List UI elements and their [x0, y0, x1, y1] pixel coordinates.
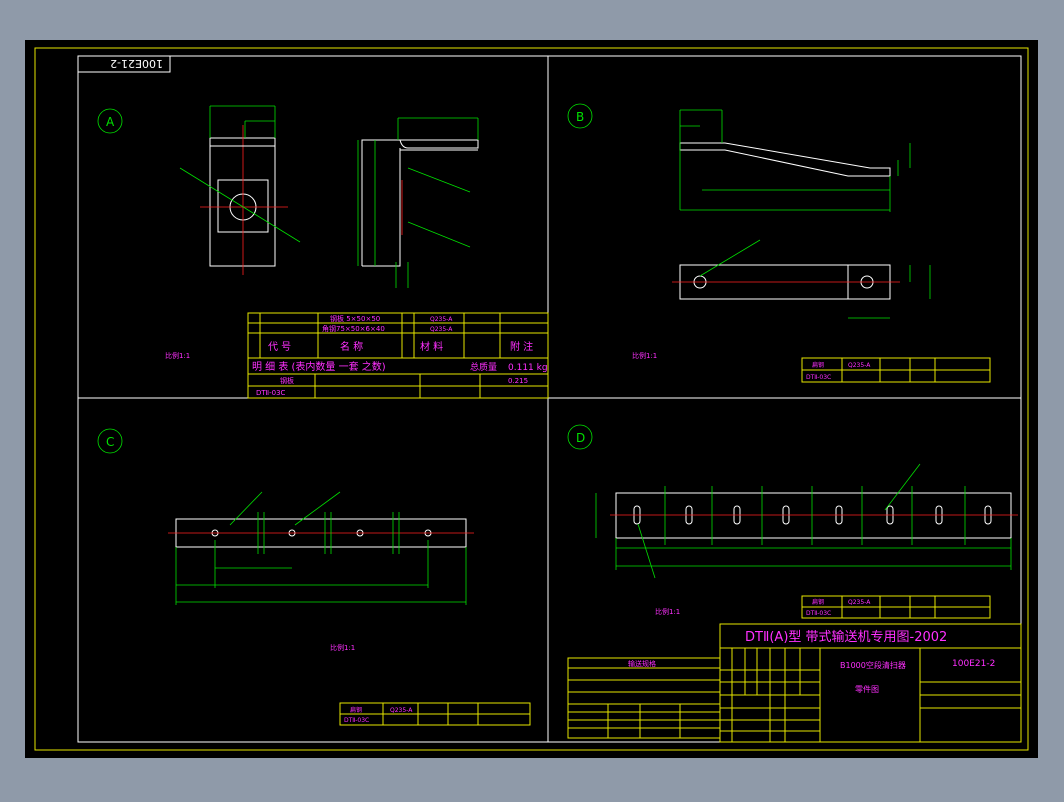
- hint-a: 比例1:1: [165, 351, 190, 360]
- svg-text:DTⅡ-03C: DTⅡ-03C: [806, 610, 831, 617]
- svg-text:D: D: [576, 431, 585, 445]
- part-name: B1000空段清扫器: [840, 660, 906, 670]
- drawing-number: 100E21-2: [952, 659, 995, 669]
- svg-text:DTⅡ-03C: DTⅡ-03C: [806, 374, 831, 381]
- svg-text:钢板: 钢板: [280, 376, 294, 385]
- svg-text:A: A: [106, 115, 115, 129]
- svg-text:Q235-A: Q235-A: [430, 326, 453, 333]
- svg-text:Q235-A: Q235-A: [848, 362, 871, 369]
- svg-text:B: B: [576, 110, 584, 124]
- svg-text:0.215: 0.215: [508, 377, 528, 385]
- svg-text:钢板 5×50×50: 钢板 5×50×50: [330, 314, 380, 323]
- svg-text:名 称: 名 称: [340, 340, 363, 353]
- hint-c: 比例1:1: [330, 643, 355, 652]
- svg-text:角钢75×50×6×40: 角钢75×50×6×40: [322, 324, 385, 333]
- svg-text:C: C: [106, 435, 114, 449]
- hint-d: 比例1:1: [655, 607, 680, 616]
- svg-text:代 号: 代 号: [268, 341, 291, 353]
- hint-b: 比例1:1: [632, 351, 657, 360]
- svg-text:明 细 表 (表内数量 一套 之数): 明 细 表 (表内数量 一套 之数): [252, 360, 386, 373]
- cad-canvas: 100E21-2 A B C D 钢板 5×50×50 角钢75×50×6×40…: [0, 0, 1064, 798]
- svg-text:扁钢: 扁钢: [812, 598, 824, 606]
- svg-text:DTⅡ-03C: DTⅡ-03C: [256, 389, 286, 397]
- model-space: [25, 40, 1038, 758]
- svg-text:0.111 kg: 0.111 kg: [508, 363, 548, 373]
- svg-text:附 注: 附 注: [510, 340, 533, 353]
- drawing-svg: 100E21-2 A B C D 钢板 5×50×50 角钢75×50×6×40…: [25, 40, 1038, 758]
- svg-text:Q235-A: Q235-A: [430, 316, 453, 323]
- svg-text:Q235-A: Q235-A: [848, 599, 871, 606]
- notes-header: 输送规格: [628, 659, 656, 668]
- main-title: DTⅡ(A)型 带式输送机专用图-2002: [745, 629, 947, 645]
- part-type: 零件图: [855, 684, 879, 694]
- svg-text:材 料: 材 料: [420, 340, 443, 353]
- svg-text:DTⅡ-03C: DTⅡ-03C: [344, 717, 369, 724]
- svg-text:扁钢: 扁钢: [350, 706, 362, 714]
- svg-text:总质量: 总质量: [470, 361, 497, 373]
- svg-text:扁钢: 扁钢: [812, 361, 824, 369]
- stamp-text: 100E21-2: [110, 57, 163, 70]
- svg-text:Q235-A: Q235-A: [390, 707, 413, 714]
